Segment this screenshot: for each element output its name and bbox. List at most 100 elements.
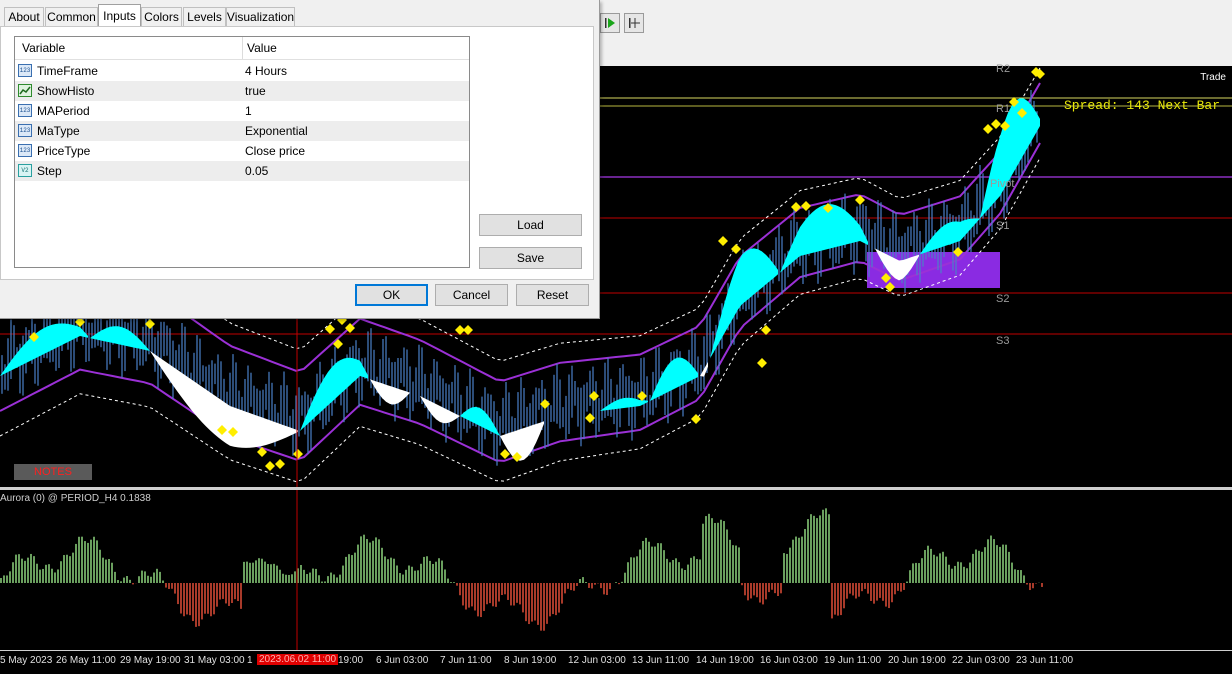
histogram-bar-up bbox=[429, 560, 431, 583]
cloud-up-segment bbox=[650, 357, 698, 401]
histogram-bar-down bbox=[480, 583, 482, 618]
histogram-bar-down bbox=[774, 583, 776, 594]
histogram-bar-up bbox=[30, 553, 32, 583]
histogram-bar-up bbox=[324, 581, 326, 583]
histogram-bar-up bbox=[936, 556, 938, 583]
histogram-bar-up bbox=[945, 556, 947, 583]
histogram-bar-up bbox=[795, 536, 797, 583]
variable-value[interactable]: 1 bbox=[245, 104, 252, 118]
histogram-bar-up bbox=[396, 565, 398, 583]
histogram-bar-up bbox=[102, 557, 104, 583]
histogram-bar-up bbox=[120, 581, 122, 583]
reset-button[interactable]: Reset bbox=[516, 284, 589, 306]
cancel-button[interactable]: Cancel bbox=[435, 284, 508, 306]
histogram-bar-down bbox=[516, 583, 518, 603]
histogram-bar-down bbox=[477, 583, 479, 617]
histogram-bar-down bbox=[561, 583, 563, 604]
histogram-bar-up bbox=[651, 546, 653, 583]
histogram-bar-down bbox=[216, 583, 218, 607]
table-row[interactable]: 123 PriceType Close price bbox=[15, 141, 469, 161]
variable-name: ShowHisto bbox=[37, 84, 95, 98]
histogram-bar-down bbox=[192, 583, 194, 622]
column-separator[interactable] bbox=[242, 37, 243, 59]
signal-diamond bbox=[801, 201, 811, 211]
histogram-bar-down bbox=[510, 583, 512, 606]
trade-label: Trade bbox=[1200, 72, 1226, 83]
histogram-bar-up bbox=[105, 559, 107, 583]
column-header-variable[interactable]: Variable bbox=[15, 37, 242, 59]
histogram-bar-down bbox=[504, 583, 506, 595]
histogram-bar-down bbox=[618, 583, 620, 585]
histogram-bar-up bbox=[624, 572, 626, 583]
histogram-bar-up bbox=[825, 508, 827, 583]
histogram-bar-up bbox=[993, 539, 995, 583]
variable-name: MAPeriod bbox=[37, 104, 90, 118]
histogram-bar-down bbox=[228, 583, 230, 606]
histogram-bar-down bbox=[849, 583, 851, 594]
histogram-bar-up bbox=[627, 562, 629, 583]
notes-button[interactable]: NOTES bbox=[14, 464, 92, 480]
histogram-bar-up bbox=[342, 565, 344, 583]
histogram-bar-up bbox=[93, 536, 95, 583]
histogram-bar-down bbox=[903, 583, 905, 590]
header-divider bbox=[15, 59, 469, 60]
tab-levels[interactable]: Levels bbox=[183, 7, 226, 26]
variable-value[interactable]: 0.05 bbox=[245, 164, 268, 178]
ok-button[interactable]: OK bbox=[355, 284, 428, 306]
histogram-bar-up bbox=[402, 574, 404, 583]
save-button[interactable]: Save bbox=[479, 247, 582, 269]
histogram-bar-down bbox=[132, 583, 134, 585]
histogram-bar-up bbox=[708, 513, 710, 583]
variable-value[interactable]: Close price bbox=[245, 144, 305, 158]
histogram-bar-up bbox=[450, 582, 452, 583]
time-label: 12 Jun 03:00 bbox=[568, 655, 626, 666]
histogram-bar-up bbox=[261, 558, 263, 583]
histogram-bar-down bbox=[240, 583, 242, 609]
histogram-bar-up bbox=[930, 548, 932, 583]
histogram-bar-up bbox=[270, 564, 272, 583]
tab-about[interactable]: About bbox=[4, 7, 44, 26]
histogram-bar-up bbox=[1014, 569, 1016, 583]
histogram-bar-down bbox=[768, 583, 770, 593]
histogram-bar-down bbox=[486, 583, 488, 605]
histogram-bar-up bbox=[693, 556, 695, 583]
crosshair-icon[interactable] bbox=[624, 13, 644, 33]
load-button[interactable]: Load bbox=[479, 214, 582, 236]
table-row[interactable]: ShowHisto true bbox=[15, 81, 469, 101]
histogram-bar-up bbox=[159, 571, 161, 583]
tab-inputs[interactable]: Inputs bbox=[98, 4, 141, 27]
histogram-bar-down bbox=[531, 583, 533, 622]
histogram-bar-up bbox=[264, 561, 266, 583]
tab-common[interactable]: Common bbox=[45, 7, 98, 26]
double-icon: V2 bbox=[18, 164, 32, 177]
cloud-up-segment bbox=[300, 357, 368, 431]
table-row[interactable]: 123 MaType Exponential bbox=[15, 121, 469, 141]
histogram-bar-up bbox=[723, 521, 725, 583]
histogram-bar-up bbox=[957, 561, 959, 583]
histogram-bar-up bbox=[453, 582, 455, 583]
indicator-subchart[interactable]: Aurora (0) @ PERIOD_H4 0.1838 bbox=[0, 490, 1232, 650]
time-label: 23 Jun 11:00 bbox=[1016, 655, 1074, 666]
tab-visualization[interactable]: Visualization bbox=[226, 7, 295, 26]
histogram-bar-up bbox=[162, 580, 164, 583]
histogram-bar-down bbox=[900, 583, 902, 592]
variable-value[interactable]: Exponential bbox=[245, 124, 308, 138]
signal-diamond bbox=[991, 119, 1001, 129]
column-header-value[interactable]: Value bbox=[243, 37, 469, 59]
histogram-bar-up bbox=[702, 523, 704, 583]
tab-colors[interactable]: Colors bbox=[141, 7, 182, 26]
variable-value[interactable]: 4 Hours bbox=[245, 64, 287, 78]
histogram-bar-up bbox=[960, 562, 962, 583]
table-row[interactable]: V2 Step 0.05 bbox=[15, 161, 469, 181]
play-icon[interactable] bbox=[600, 13, 620, 33]
table-row[interactable]: 123 TimeFrame 4 Hours bbox=[15, 61, 469, 81]
table-row[interactable]: 123 MAPeriod 1 bbox=[15, 101, 469, 121]
variable-value[interactable]: true bbox=[245, 84, 266, 98]
histogram-bar-up bbox=[786, 553, 788, 583]
histogram-bar-down bbox=[234, 583, 236, 600]
signal-diamond bbox=[757, 358, 767, 368]
histogram-bar-down bbox=[846, 583, 848, 599]
histogram-bar-up bbox=[969, 562, 971, 583]
histogram-bar-up bbox=[276, 565, 278, 583]
histogram-bar-up bbox=[951, 568, 953, 583]
